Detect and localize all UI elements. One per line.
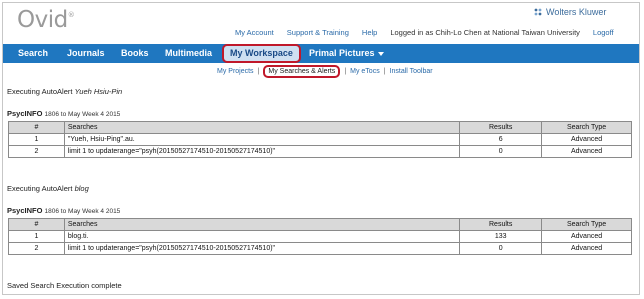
nav-search[interactable]: Search [18, 44, 48, 63]
col-header-number: # [8, 218, 65, 231]
nav-multimedia[interactable]: Multimedia [165, 44, 212, 63]
row-search-type: Advanced [541, 230, 632, 243]
table-row: 2 limit 1 to updaterange="psyh(201505271… [8, 145, 632, 158]
row-number: 2 [8, 145, 65, 158]
ovid-window: Ovid® Wolters Kluwer My Account Support … [2, 2, 640, 295]
autoalert-name: Yueh Hsiu-Pin [74, 87, 123, 96]
row-results[interactable]: 0 [459, 242, 543, 255]
login-status: Logged in as Chih-Lo Chen at National Ta… [390, 28, 580, 37]
database-range: 1806 to May Week 4 2015 [44, 208, 121, 215]
registered-mark: ® [67, 11, 75, 19]
search-history-table-2: # Searches Results Search Type 1 blog.ti… [8, 218, 632, 255]
header: Ovid® Wolters Kluwer My Account Support … [3, 3, 639, 43]
col-header-number: # [8, 121, 65, 134]
subnav-separator: | [344, 68, 347, 75]
table-row: 1 blog.ti. 133 Advanced [8, 230, 632, 243]
nav-primal-pictures[interactable]: Primal Pictures [309, 44, 384, 63]
col-header-search-type: Search Type [541, 121, 632, 134]
autoalert-name: blog [74, 184, 89, 193]
nav-books[interactable]: Books [121, 44, 149, 63]
publisher-name: Wolters Kluwer [546, 7, 607, 17]
table-header-row: # Searches Results Search Type [8, 121, 632, 134]
exec-prefix: Executing AutoAlert [7, 184, 73, 193]
row-results[interactable]: 133 [459, 230, 543, 243]
subnav-separator: | [383, 68, 386, 75]
database-line-1: PsycINFO 1806 to May Week 4 2015 [7, 109, 120, 118]
row-search-type: Advanced [541, 242, 632, 255]
nav-journals[interactable]: Journals [67, 44, 105, 63]
table-row: 1 "Yueh, Hsiu-Ping".au. 6 Advanced [8, 133, 632, 146]
table-header-row: # Searches Results Search Type [8, 218, 632, 231]
col-header-search-type: Search Type [541, 218, 632, 231]
col-header-searches: Searches [63, 121, 461, 134]
table-row: 2 limit 1 to updaterange="psyh(201505271… [8, 242, 632, 255]
top-links: My Account Support & Training Help Logge… [235, 28, 614, 37]
database-name: PsycINFO [7, 109, 43, 118]
sub-nav: My Projects | My Searches & Alerts | My … [217, 65, 433, 78]
main-nav: Search Journals Books Multimedia My Work… [3, 44, 639, 63]
my-account-link[interactable]: My Account [235, 28, 274, 37]
row-search: blog.ti. [63, 230, 461, 243]
row-search: limit 1 to updaterange="psyh(20150527174… [63, 145, 461, 158]
row-search-type: Advanced [541, 145, 632, 158]
wolters-kluwer-brand: Wolters Kluwer [533, 7, 606, 17]
col-header-results: Results [459, 121, 543, 134]
wolters-kluwer-logo-icon [534, 8, 542, 16]
subnav-install-toolbar[interactable]: Install Toolbar [390, 68, 433, 75]
subnav-my-searches-alerts[interactable]: My Searches & Alerts [263, 65, 341, 78]
row-search: limit 1 to updaterange="psyh(20150527174… [63, 242, 461, 255]
row-results[interactable]: 0 [459, 145, 543, 158]
row-results[interactable]: 6 [459, 133, 543, 146]
exec-prefix: Executing AutoAlert [7, 87, 73, 96]
autoalert-execution-1: Executing AutoAlert Yueh Hsiu-Pin [7, 87, 122, 96]
subnav-separator: | [257, 68, 260, 75]
logoff-link[interactable]: Logoff [593, 28, 614, 37]
database-line-2: PsycINFO 1806 to May Week 4 2015 [7, 206, 120, 215]
database-range: 1806 to May Week 4 2015 [44, 111, 121, 118]
support-training-link[interactable]: Support & Training [287, 28, 349, 37]
execution-complete-status: Saved Search Execution complete [7, 281, 122, 290]
row-search: "Yueh, Hsiu-Ping".au. [63, 133, 461, 146]
subnav-my-projects[interactable]: My Projects [217, 68, 254, 75]
database-name: PsycINFO [7, 206, 43, 215]
subnav-my-etocs[interactable]: My eTocs [350, 68, 380, 75]
row-search-type: Advanced [541, 133, 632, 146]
search-history-table-1: # Searches Results Search Type 1 "Yueh, … [8, 121, 632, 158]
row-number: 1 [8, 133, 65, 146]
autoalert-execution-2: Executing AutoAlert blog [7, 184, 89, 193]
help-link[interactable]: Help [362, 28, 377, 37]
chevron-down-icon [377, 51, 384, 56]
row-number: 1 [8, 230, 65, 243]
row-number: 2 [8, 242, 65, 255]
col-header-results: Results [459, 218, 543, 231]
nav-primal-pictures-label: Primal Pictures [309, 48, 375, 58]
nav-my-workspace[interactable]: My Workspace [222, 44, 301, 63]
ovid-logo-text: Ovid [17, 7, 68, 33]
col-header-searches: Searches [63, 218, 461, 231]
ovid-logo[interactable]: Ovid® [17, 7, 75, 33]
